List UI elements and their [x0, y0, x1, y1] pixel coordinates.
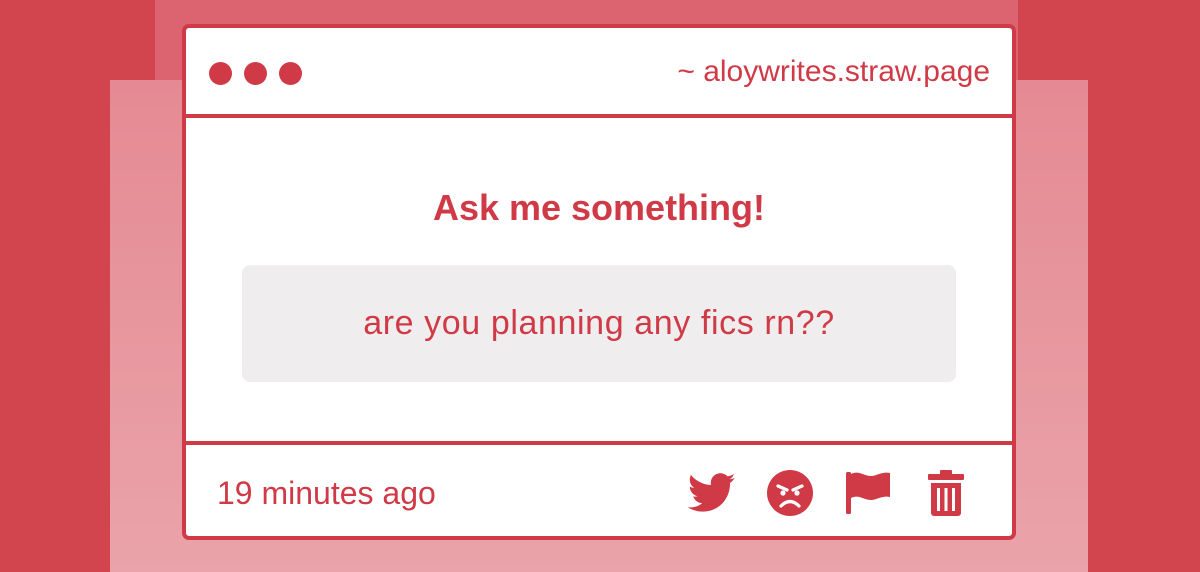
- card-footer: 19 minutes ago: [186, 441, 1012, 536]
- angry-face-icon: [767, 470, 813, 516]
- trash-icon: [928, 470, 964, 516]
- flag-icon: [846, 472, 890, 514]
- window-dot-1: [209, 62, 232, 85]
- flag-button[interactable]: [844, 467, 892, 519]
- window-dot-3: [279, 62, 302, 85]
- question-text: are you planning any fics rn??: [363, 304, 835, 342]
- browser-window: ~ aloywrites.straw.page Ask me something…: [182, 24, 1016, 540]
- delete-button[interactable]: [922, 467, 970, 519]
- react-button[interactable]: [766, 467, 814, 519]
- page-url[interactable]: ~ aloywrites.straw.page: [677, 54, 990, 90]
- action-bar: [688, 467, 970, 519]
- timestamp: 19 minutes ago: [217, 475, 436, 511]
- window-dot-2: [244, 62, 267, 85]
- window-controls: [209, 62, 302, 85]
- question-box: are you planning any fics rn??: [242, 265, 956, 382]
- question-card: Ask me something! are you planning any f…: [186, 118, 1012, 441]
- twitter-icon: [688, 473, 736, 512]
- page-title: Ask me something!: [432, 187, 766, 228]
- window-titlebar: ~ aloywrites.straw.page: [186, 28, 1012, 118]
- share-twitter-button[interactable]: [688, 467, 736, 519]
